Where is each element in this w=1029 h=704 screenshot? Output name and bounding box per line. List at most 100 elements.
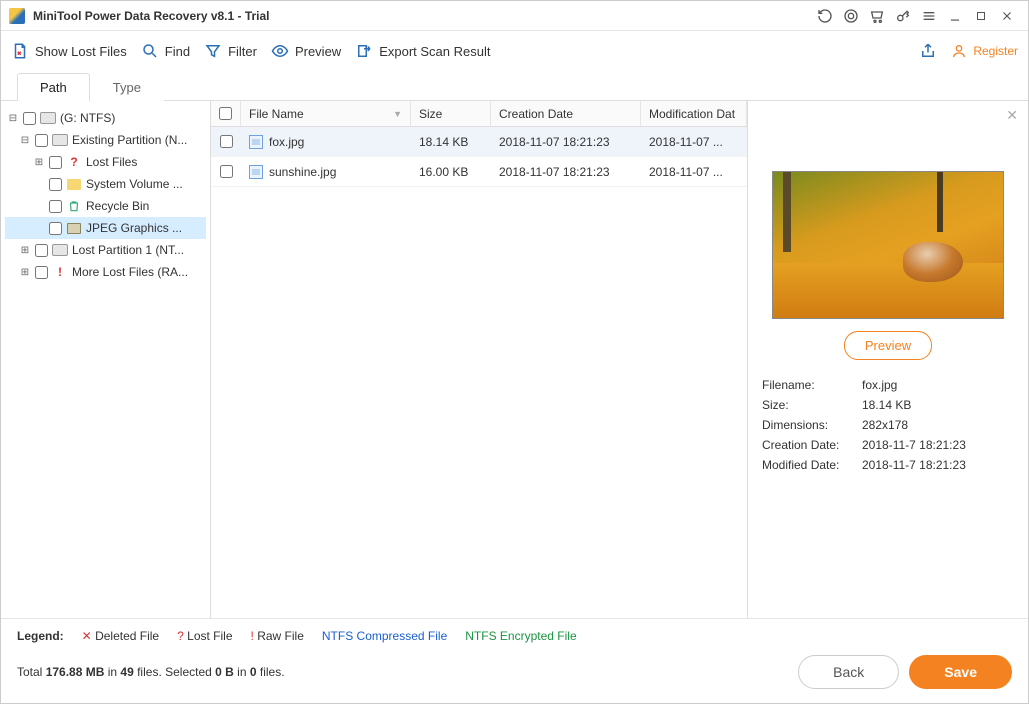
expand-icon[interactable]: ⊞ [19, 267, 31, 278]
header-file-name[interactable]: File Name ▼ [241, 101, 411, 126]
feedback-icon[interactable] [838, 3, 864, 29]
status-text: Total 176.88 MB in 49 files. Selected 0 … [17, 665, 285, 679]
refresh-icon[interactable] [812, 3, 838, 29]
file-row[interactable]: sunshine.jpg 16.00 KB 2018-11-07 18:21:2… [211, 157, 747, 187]
file-mdate: 2018-11-07 ... [649, 165, 723, 179]
close-preview-icon[interactable]: ✕ [1006, 107, 1018, 124]
tree-label: Recycle Bin [86, 199, 149, 213]
header-size[interactable]: Size [411, 101, 491, 126]
cart-icon[interactable] [864, 3, 890, 29]
file-name: sunshine.jpg [269, 165, 336, 179]
save-button[interactable]: Save [909, 655, 1012, 689]
meta-creation-label: Creation Date: [762, 438, 862, 452]
tree-lost-partition-1[interactable]: ⊞ Lost Partition 1 (NT... [5, 239, 206, 261]
preview-open-button[interactable]: Preview [844, 331, 932, 360]
meta-size: 18.14 KB [862, 398, 1014, 412]
tree-checkbox[interactable] [35, 244, 48, 257]
file-cdate: 2018-11-07 18:21:23 [499, 135, 610, 149]
header-creation-date[interactable]: Creation Date [491, 101, 641, 126]
expand-icon[interactable]: ⊞ [33, 157, 45, 168]
meta-modified: 2018-11-7 18:21:23 [862, 458, 1014, 472]
meta-modified-label: Modified Date: [762, 458, 862, 472]
expand-icon[interactable]: ⊞ [19, 245, 31, 256]
collapse-icon[interactable]: ⊟ [7, 113, 19, 124]
collapse-icon[interactable]: ⊟ [19, 135, 31, 146]
document-x-icon [11, 42, 29, 60]
file-size: 18.14 KB [419, 135, 468, 149]
find-button[interactable]: Find [141, 42, 190, 60]
funnel-icon [204, 42, 222, 60]
tree-checkbox[interactable] [35, 134, 48, 147]
header-checkbox-col[interactable] [211, 101, 241, 126]
tree-system-volume[interactable]: System Volume ... [5, 173, 206, 195]
recycle-bin-icon [66, 198, 82, 214]
tree-recycle-bin[interactable]: Recycle Bin [5, 195, 206, 217]
main-area: ⊟ (G: NTFS) ⊟ Existing Partition (N... ⊞… [1, 101, 1028, 618]
meta-filename-label: Filename: [762, 378, 862, 392]
export-label: Export Scan Result [379, 44, 490, 59]
legend-compressed: NTFS Compressed File [322, 629, 447, 643]
tree-label: Lost Partition 1 (NT... [72, 243, 184, 257]
file-checkbox[interactable] [220, 165, 233, 178]
maximize-icon[interactable] [968, 3, 994, 29]
close-icon[interactable] [994, 3, 1020, 29]
tree-lost-files[interactable]: ⊞ ? Lost Files [5, 151, 206, 173]
legend-raw: ! Raw File [251, 629, 304, 643]
tree-label: System Volume ... [86, 177, 183, 191]
tree-label: Existing Partition (N... [72, 133, 187, 147]
meta-dimensions-label: Dimensions: [762, 418, 862, 432]
file-mdate: 2018-11-07 ... [649, 135, 723, 149]
register-button[interactable]: Register [951, 43, 1018, 59]
raw-icon: ! [52, 264, 68, 280]
tree-checkbox[interactable] [49, 200, 62, 213]
window-title: MiniTool Power Data Recovery v8.1 - Tria… [33, 9, 270, 23]
minimize-icon[interactable] [942, 3, 968, 29]
folder-icon [66, 176, 82, 192]
footer-bar: Total 176.88 MB in 49 files. Selected 0 … [1, 647, 1028, 703]
filter-button[interactable]: Filter [204, 42, 257, 60]
tree-checkbox[interactable] [35, 266, 48, 279]
file-checkbox[interactable] [220, 135, 233, 148]
menu-icon[interactable] [916, 3, 942, 29]
show-lost-files-button[interactable]: Show Lost Files [11, 42, 127, 60]
select-all-checkbox[interactable] [219, 107, 232, 120]
tree-label: More Lost Files (RA... [72, 265, 188, 279]
tab-row: Path Type [1, 71, 1028, 101]
legend-deleted: ✕ Deleted File [82, 629, 159, 643]
image-file-icon [249, 165, 263, 179]
tree-panel: ⊟ (G: NTFS) ⊟ Existing Partition (N... ⊞… [1, 101, 211, 618]
question-icon: ? [66, 154, 82, 170]
file-name: fox.jpg [269, 135, 304, 149]
user-icon [951, 43, 967, 59]
meta-creation: 2018-11-7 18:21:23 [862, 438, 1014, 452]
preview-button[interactable]: Preview [271, 42, 341, 60]
app-icon [9, 8, 25, 24]
export-button[interactable]: Export Scan Result [355, 42, 490, 60]
sort-desc-icon: ▼ [393, 109, 402, 119]
file-row[interactable]: fox.jpg 18.14 KB 2018-11-07 18:21:23 201… [211, 127, 747, 157]
file-size: 16.00 KB [419, 165, 468, 179]
file-list-header: File Name ▼ Size Creation Date Modificat… [211, 101, 747, 127]
tree-more-lost-files[interactable]: ⊞ ! More Lost Files (RA... [5, 261, 206, 283]
legend-encrypted: NTFS Encrypted File [465, 629, 576, 643]
meta-size-label: Size: [762, 398, 862, 412]
legend-bar: Legend: ✕ Deleted File ? Lost File ! Raw… [1, 618, 1028, 647]
preview-label: Preview [295, 44, 341, 59]
tree-checkbox[interactable] [49, 222, 62, 235]
tree-checkbox[interactable] [49, 178, 62, 191]
file-list-panel: File Name ▼ Size Creation Date Modificat… [211, 101, 748, 618]
header-modification-date[interactable]: Modification Dat [641, 101, 747, 126]
tab-type[interactable]: Type [90, 73, 164, 101]
tree-checkbox[interactable] [23, 112, 36, 125]
search-icon [141, 42, 159, 60]
tree-checkbox[interactable] [49, 156, 62, 169]
back-button[interactable]: Back [798, 655, 899, 689]
filter-label: Filter [228, 44, 257, 59]
preview-metadata: Filename:fox.jpg Size:18.14 KB Dimension… [762, 378, 1014, 472]
key-icon[interactable] [890, 3, 916, 29]
tree-root[interactable]: ⊟ (G: NTFS) [5, 107, 206, 129]
share-button[interactable] [919, 42, 937, 60]
tree-existing-partition[interactable]: ⊟ Existing Partition (N... [5, 129, 206, 151]
tab-path[interactable]: Path [17, 73, 90, 101]
tree-jpeg-graphics[interactable]: JPEG Graphics ... [5, 217, 206, 239]
